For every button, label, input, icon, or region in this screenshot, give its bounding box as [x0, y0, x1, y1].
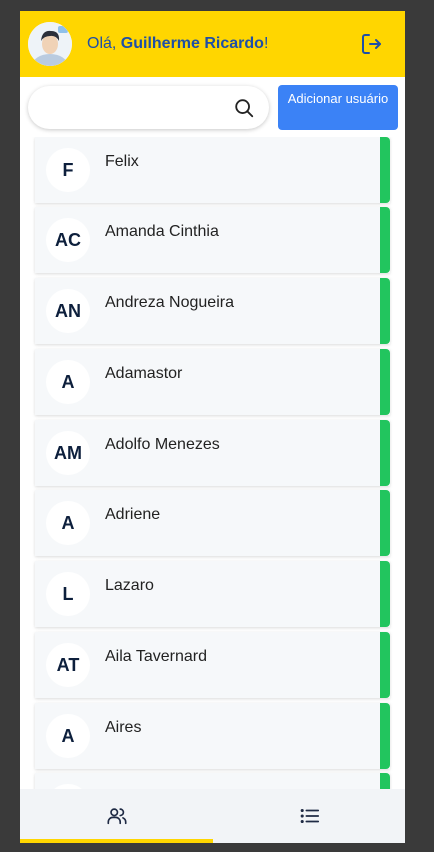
active-tab-indicator [20, 839, 213, 843]
avatar[interactable] [28, 22, 72, 66]
user-list-item[interactable] [35, 773, 390, 789]
user-name: Adamastor [105, 365, 183, 382]
user-name: Lazaro [105, 577, 154, 594]
user-list-item[interactable]: F Felix [35, 137, 390, 203]
user-list-item[interactable]: A Aires [35, 703, 390, 769]
user-name: Andreza Nogueira [105, 294, 234, 311]
list-icon [300, 808, 320, 824]
user-list-item[interactable]: AC Amanda Cinthia [35, 207, 390, 273]
user-list-item[interactable]: AN Andreza Nogueira [35, 278, 390, 344]
user-name: Amanda Cinthia [105, 223, 219, 240]
status-indicator [380, 490, 390, 556]
greeting-user-name: Guilherme Ricardo [120, 35, 264, 52]
user-name: Felix [105, 153, 139, 170]
user-initials: A [46, 501, 90, 545]
users-icon [107, 808, 127, 825]
nav-tab-users[interactable] [20, 789, 213, 843]
user-initials: AM [46, 431, 90, 475]
toolbar: Adicionar usuário [20, 77, 405, 137]
user-initials: A [46, 714, 90, 758]
search-icon[interactable] [233, 97, 255, 119]
user-name: Aires [105, 719, 142, 736]
avatar-photo [28, 22, 72, 66]
user-initials: AT [46, 643, 90, 687]
status-indicator [380, 703, 390, 769]
logout-button[interactable] [360, 32, 384, 56]
add-user-button[interactable]: Adicionar usuário [278, 85, 398, 130]
greeting-prefix: Olá, [87, 35, 121, 52]
status-indicator [380, 632, 390, 698]
user-list-item[interactable]: A Adamastor [35, 349, 390, 415]
status-indicator [380, 137, 390, 203]
user-initials: A [46, 360, 90, 404]
logout-icon [362, 34, 381, 54]
status-indicator [380, 278, 390, 344]
status-indicator [380, 773, 390, 789]
search-input[interactable] [42, 94, 226, 122]
greeting: Olá, Guilherme Ricardo! [87, 35, 268, 53]
bottom-nav [20, 789, 405, 843]
status-indicator [380, 561, 390, 627]
app-frame: Olá, Guilherme Ricardo! Adicionar usuári… [20, 11, 405, 843]
user-name: Aila Tavernard [105, 648, 207, 665]
user-list-item[interactable]: AM Adolfo Menezes [35, 420, 390, 486]
header-bar: Olá, Guilherme Ricardo! [20, 11, 405, 77]
user-initials: L [46, 572, 90, 616]
user-list-item[interactable]: A Adriene [35, 490, 390, 556]
user-list-item[interactable]: AT Aila Tavernard [35, 632, 390, 698]
user-initials: AN [46, 289, 90, 333]
user-name: Adolfo Menezes [105, 436, 220, 453]
user-list-item[interactable]: L Lazaro [35, 561, 390, 627]
greeting-suffix: ! [263, 35, 269, 52]
user-name: Adriene [105, 506, 161, 523]
user-initials: AC [46, 218, 90, 262]
status-indicator [380, 420, 390, 486]
nav-tab-list[interactable] [213, 789, 405, 843]
user-initials: F [46, 148, 90, 192]
user-list: F Felix AC Amanda Cinthia AN Andreza Nog… [20, 137, 405, 789]
search-box[interactable] [28, 86, 269, 129]
status-indicator [380, 349, 390, 415]
status-indicator [380, 207, 390, 273]
